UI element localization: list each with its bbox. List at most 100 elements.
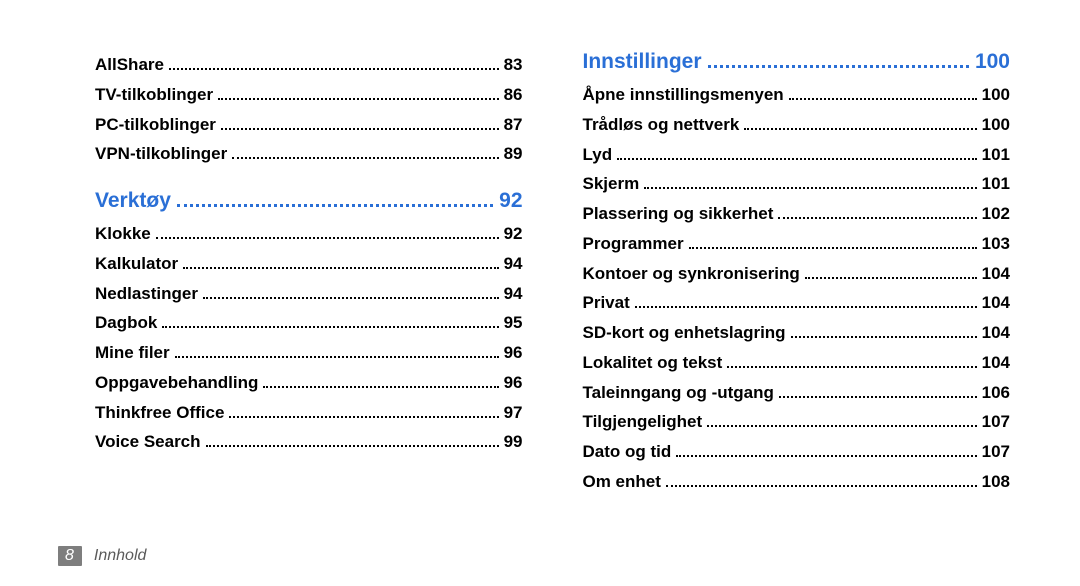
- toc-title: Om enhet: [583, 467, 661, 497]
- toc-page: 100: [982, 110, 1010, 140]
- leader-dots: [203, 297, 499, 299]
- right-column: Innstillinger 100 Åpne innstillingsmenye…: [583, 50, 1011, 540]
- toc-page: 107: [982, 407, 1010, 437]
- toc-page: 95: [504, 308, 523, 338]
- toc-title: Tilgjengelighet: [583, 407, 703, 437]
- toc-entry[interactable]: Lyd 101: [583, 140, 1011, 170]
- leader-dots: [779, 396, 977, 398]
- toc-entry[interactable]: Oppgavebehandling 96: [95, 368, 523, 398]
- toc-page: 96: [504, 368, 523, 398]
- leader-dots: [727, 366, 976, 368]
- leader-dots: [229, 416, 498, 418]
- section-page: 100: [975, 50, 1010, 74]
- toc-page: 92: [504, 219, 523, 249]
- toc-entry[interactable]: TV-tilkoblinger 86: [95, 80, 523, 110]
- toc-page: 101: [982, 169, 1010, 199]
- toc-entry[interactable]: VPN-tilkoblinger 89: [95, 139, 523, 169]
- toc-page: 86: [504, 80, 523, 110]
- toc-title: Lokalitet og tekst: [583, 348, 723, 378]
- toc-page: 99: [504, 427, 523, 457]
- toc-entry[interactable]: Lokalitet og tekst 104: [583, 348, 1011, 378]
- section-heading-innstillinger[interactable]: Innstillinger 100: [583, 50, 1011, 74]
- leader-dots: [791, 336, 977, 338]
- toc-entry[interactable]: Åpne innstillingsmenyen 100: [583, 80, 1011, 110]
- leader-dots: [206, 445, 499, 447]
- toc-entry[interactable]: SD-kort og enhetslagring 104: [583, 318, 1011, 348]
- toc-entry[interactable]: PC-tilkoblinger 87: [95, 110, 523, 140]
- leader-dots: [183, 267, 498, 269]
- toc-entry[interactable]: Taleinngang og -utgang 106: [583, 378, 1011, 408]
- toc-title: Klokke: [95, 219, 151, 249]
- page-number-badge: 8: [58, 546, 82, 566]
- toc-page: 97: [504, 398, 523, 428]
- toc-page: 108: [982, 467, 1010, 497]
- toc-title: SD-kort og enhetslagring: [583, 318, 786, 348]
- leader-dots: [666, 485, 977, 487]
- toc-title: Oppgavebehandling: [95, 368, 258, 398]
- toc-page: 107: [982, 437, 1010, 467]
- leader-dots: [707, 425, 976, 427]
- toc-title: VPN-tilkoblinger: [95, 139, 227, 169]
- toc-title: Kalkulator: [95, 249, 178, 279]
- toc-entry[interactable]: Tilgjengelighet 107: [583, 407, 1011, 437]
- toc-title: Lyd: [583, 140, 613, 170]
- toc-entry[interactable]: Skjerm 101: [583, 169, 1011, 199]
- toc-entry[interactable]: Mine filer 96: [95, 338, 523, 368]
- footer-section-label: Innhold: [94, 547, 147, 565]
- toc-entry[interactable]: Kalkulator 94: [95, 249, 523, 279]
- toc-entry[interactable]: Plassering og sikkerhet 102: [583, 199, 1011, 229]
- left-column: AllShare 83 TV-tilkoblinger 86 PC-tilkob…: [95, 50, 523, 540]
- toc-entry[interactable]: Thinkfree Office 97: [95, 398, 523, 428]
- leader-dots: [221, 128, 499, 130]
- toc-page: 100: [982, 80, 1010, 110]
- toc-entry[interactable]: Kontoer og synkronisering 104: [583, 259, 1011, 289]
- toc-page: 94: [504, 249, 523, 279]
- toc-entry[interactable]: AllShare 83: [95, 50, 523, 80]
- toc-entry[interactable]: Klokke 92: [95, 219, 523, 249]
- toc-page: 87: [504, 110, 523, 140]
- toc-page: 102: [982, 199, 1010, 229]
- leader-dots: [644, 187, 976, 189]
- leader-dots: [708, 65, 969, 68]
- toc-entry[interactable]: Trådløs og nettverk 100: [583, 110, 1011, 140]
- toc-entry[interactable]: Programmer 103: [583, 229, 1011, 259]
- toc-entry[interactable]: Dagbok 95: [95, 308, 523, 338]
- leader-dots: [635, 306, 977, 308]
- toc-entry[interactable]: Om enhet 108: [583, 467, 1011, 497]
- leader-dots: [676, 455, 976, 457]
- toc-title: Nedlastinger: [95, 279, 198, 309]
- toc-entry[interactable]: Voice Search 99: [95, 427, 523, 457]
- leader-dots: [175, 356, 499, 358]
- toc-entry[interactable]: Privat 104: [583, 288, 1011, 318]
- toc-title: Plassering og sikkerhet: [583, 199, 774, 229]
- leader-dots: [169, 68, 499, 70]
- toc-page: 94: [504, 279, 523, 309]
- leader-dots: [617, 158, 977, 160]
- section-heading-verktoy[interactable]: Verktøy 92: [95, 189, 523, 213]
- page-footer: 8 Innhold: [58, 546, 146, 566]
- section-page: 92: [499, 189, 522, 213]
- toc-title: Programmer: [583, 229, 684, 259]
- toc-page: 101: [982, 140, 1010, 170]
- toc-title: Voice Search: [95, 427, 201, 457]
- toc-entry[interactable]: Dato og tid 107: [583, 437, 1011, 467]
- leader-dots: [156, 237, 499, 239]
- toc-page: 96: [504, 338, 523, 368]
- leader-dots: [789, 98, 977, 100]
- toc-page: 104: [982, 288, 1010, 318]
- toc-title: TV-tilkoblinger: [95, 80, 213, 110]
- toc-page: 83: [504, 50, 523, 80]
- toc-page: 104: [982, 259, 1010, 289]
- toc-title: Kontoer og synkronisering: [583, 259, 800, 289]
- toc-title: AllShare: [95, 50, 164, 80]
- toc-entry[interactable]: Nedlastinger 94: [95, 279, 523, 309]
- toc-title: Thinkfree Office: [95, 398, 224, 428]
- toc-page: 104: [982, 348, 1010, 378]
- toc-title: Dagbok: [95, 308, 157, 338]
- toc-title: Mine filer: [95, 338, 170, 368]
- toc-title: Taleinngang og -utgang: [583, 378, 774, 408]
- section-title: Verktøy: [95, 189, 171, 213]
- toc-page: 104: [982, 318, 1010, 348]
- toc-page: 106: [982, 378, 1010, 408]
- toc-title: Åpne innstillingsmenyen: [583, 80, 784, 110]
